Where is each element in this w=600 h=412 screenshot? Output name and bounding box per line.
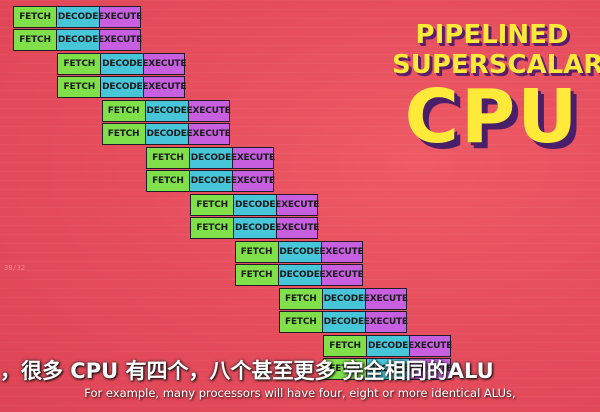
fetch-stage-cell: FETCH — [57, 76, 102, 98]
fetch-stage-cell: FETCH — [101, 100, 146, 122]
video-frame: FETCH DECODE EXECUTE FETCH DECODE EXECUTE FETC… — [0, 0, 600, 412]
decode-stage-cell: DECODE — [188, 147, 233, 169]
decode-stage-cell: DECODE — [144, 123, 189, 145]
execute-stage-cell: EXECUTE — [187, 100, 231, 122]
decode-stage-cell: DECODE — [277, 241, 322, 263]
fetch-stage-cell: FETCH — [278, 288, 323, 310]
decode-stage-cell: DECODE — [56, 29, 100, 51]
decode-stage-cell: DECODE — [100, 53, 145, 75]
title-block: PIPELINED SUPERSCALAR CPU — [392, 20, 600, 160]
decode-stage-cell: DECODE — [188, 170, 233, 192]
execute-stage-cell: EXECUTE — [319, 264, 364, 286]
decode-stage-cell: DECODE — [233, 217, 278, 239]
subtitle-chinese: ，很多 CPU 有四个，八个甚至更多 完全相同的ALU — [0, 359, 494, 383]
decode-stage-cell: DECODE — [56, 6, 100, 28]
execute-stage-cell: EXECUTE — [231, 147, 275, 169]
subtitle-english: For example, many processors will have f… — [84, 386, 516, 400]
decode-stage-cell: DECODE — [321, 288, 366, 310]
execute-stage-cell: EXECUTE — [142, 53, 187, 75]
fetch-stage-cell: FETCH — [278, 311, 323, 333]
execute-stage-cell: EXECUTE — [408, 335, 452, 357]
title-line-pipelined: PIPELINED — [415, 20, 569, 50]
execute-stage-cell: EXECUTE — [231, 170, 275, 192]
execute-stage-cell: EXECUTE — [364, 288, 408, 310]
decode-stage-cell: DECODE — [233, 194, 278, 216]
fetch-stage-cell: FETCH — [145, 147, 190, 169]
execute-stage-cell: EXECUTE — [98, 6, 142, 28]
execute-stage-cell: EXECUTE — [187, 123, 231, 145]
fetch-stage-cell: FETCH — [190, 217, 235, 239]
decode-stage-cell: DECODE — [144, 100, 189, 122]
fetch-stage-cell: FETCH — [234, 264, 279, 286]
fetch-stage-cell: FETCH — [13, 6, 57, 28]
title-line-cpu: CPU — [404, 74, 580, 160]
fetch-stage-cell: FETCH — [101, 123, 146, 145]
decode-stage-cell: DECODE — [321, 311, 366, 333]
fetch-stage-cell: FETCH — [57, 53, 102, 75]
decode-stage-cell: DECODE — [100, 76, 145, 98]
fetch-stage-cell: FETCH — [145, 170, 190, 192]
fetch-stage-cell: FETCH — [234, 241, 279, 263]
execute-stage-cell: EXECUTE — [275, 217, 319, 239]
fetch-stage-cell: FETCH — [13, 29, 57, 51]
execute-stage-cell: EXECUTE — [319, 241, 364, 263]
timestamp: 38/32 — [4, 264, 26, 272]
decode-stage-cell: DECODE — [366, 335, 411, 357]
execute-stage-cell: EXECUTE — [275, 194, 319, 216]
execute-stage-cell: EXECUTE — [98, 29, 142, 51]
fetch-stage-cell: FETCH — [190, 194, 235, 216]
decode-stage-cell: DECODE — [277, 264, 322, 286]
execute-stage-cell: EXECUTE — [364, 311, 408, 333]
execute-stage-cell: EXECUTE — [142, 76, 187, 98]
fetch-stage-cell: FETCH — [323, 335, 368, 357]
